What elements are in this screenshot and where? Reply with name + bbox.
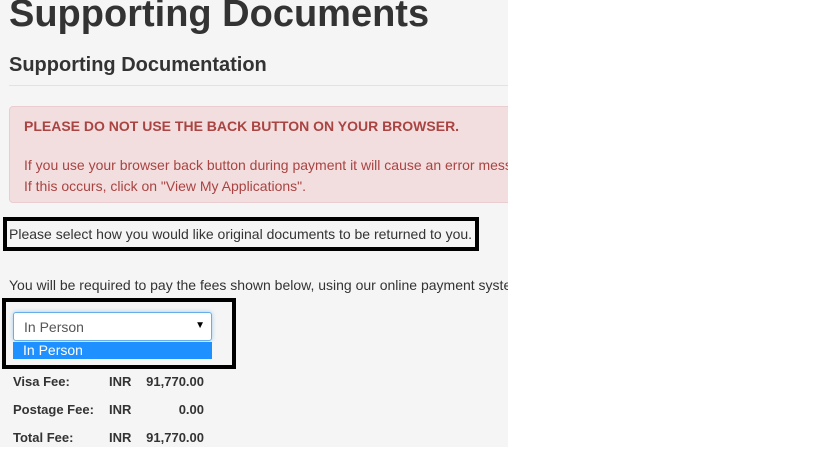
fee-label: Visa Fee: xyxy=(13,374,70,389)
return-method-select[interactable]: In Person ▼ xyxy=(13,312,212,341)
fees-note: You will be required to pay the fees sho… xyxy=(9,277,508,293)
fee-amount: 91,770.00 xyxy=(146,430,204,445)
fee-currency: INR xyxy=(109,430,132,445)
dropdown-option-label: In Person xyxy=(23,342,83,358)
alert-heading: PLEASE DO NOT USE THE BACK BUTTON ON YOU… xyxy=(24,118,460,134)
return-method-instruction: Please select how you would like origina… xyxy=(9,226,473,242)
warning-alert: PLEASE DO NOT USE THE BACK BUTTON ON YOU… xyxy=(9,106,508,203)
fee-amount: 91,770.00 xyxy=(146,374,204,389)
section-title: Supporting Documentation xyxy=(9,54,267,76)
fee-label: Postage Fee: xyxy=(13,402,94,417)
divider xyxy=(9,85,508,86)
fee-amount: 0.00 xyxy=(178,402,204,417)
alert-message-line: If this occurs, click on "View My Applic… xyxy=(24,178,307,194)
fee-label: Total Fee: xyxy=(13,430,74,445)
page-title: Supporting Documents xyxy=(9,0,430,35)
dropdown-option-in-person[interactable]: In Person xyxy=(13,342,212,359)
triangle-down-icon: ▼ xyxy=(195,320,205,331)
fee-currency: INR xyxy=(109,402,132,417)
fee-currency: INR xyxy=(109,374,132,389)
select-value: In Person xyxy=(24,319,84,335)
page-content: Supporting Documents Supporting Document… xyxy=(0,0,508,447)
alert-message-line: If you use your browser back button duri… xyxy=(24,157,508,173)
